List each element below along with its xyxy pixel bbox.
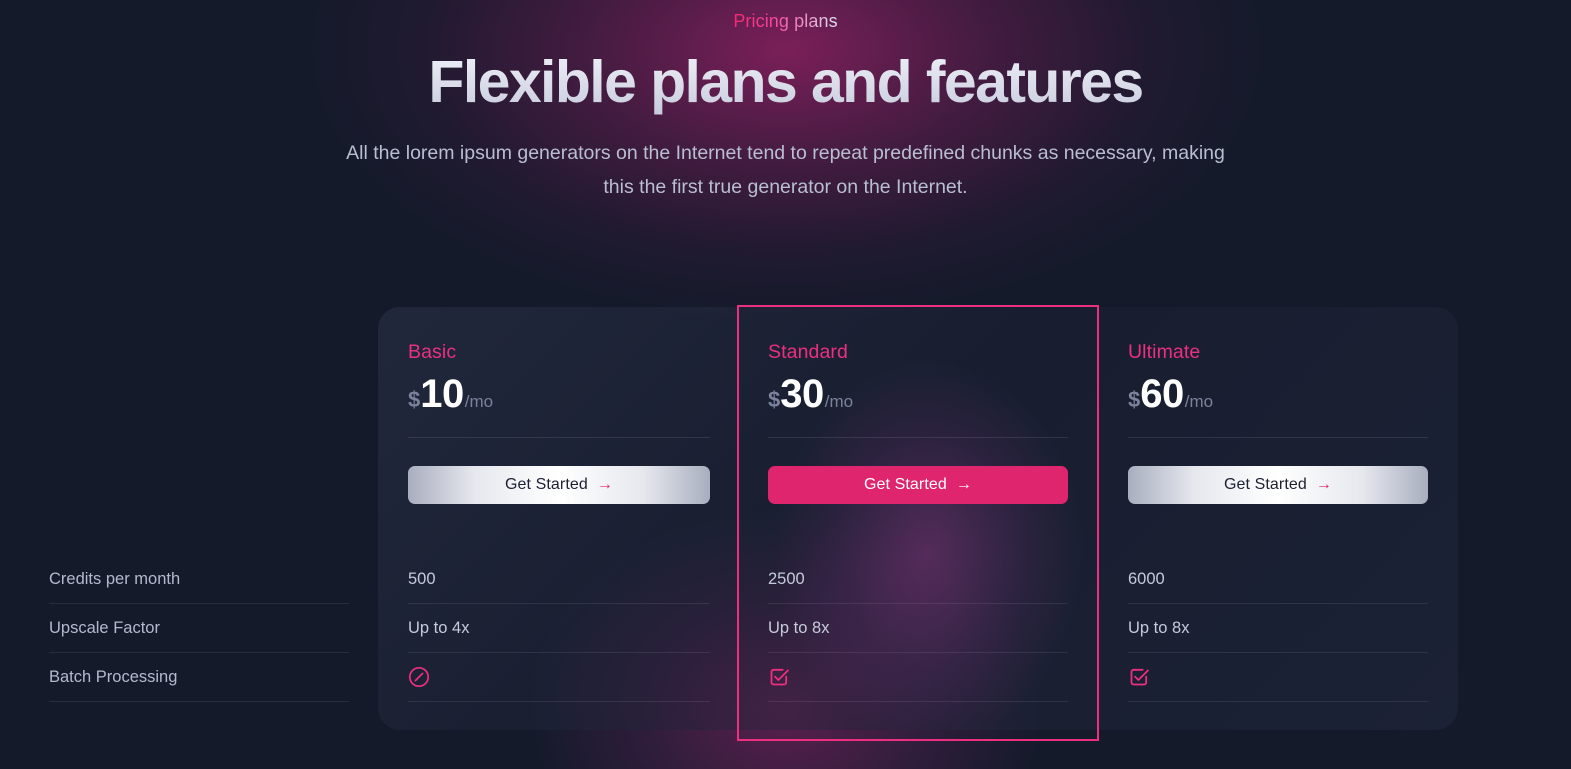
currency-symbol: $ (1128, 387, 1141, 412)
prohibited-icon (408, 666, 430, 688)
arrow-right-icon: → (1315, 476, 1333, 493)
feature-value-standard-batch (768, 653, 1068, 702)
price-period: /mo (824, 392, 854, 411)
eyebrow-label: Pricing plans (733, 11, 838, 31)
value-text: 500 (408, 569, 436, 588)
feature-value-standard-upscale: Up to 8x (768, 604, 1068, 653)
page-header: Pricing plans Flexible plans and feature… (0, 0, 1571, 204)
cta-cell-ultimate: Get Started → (1128, 466, 1428, 504)
price-period: /mo (464, 392, 494, 411)
arrow-right-icon: → (955, 476, 973, 493)
price-amount: 60 (1140, 372, 1184, 416)
value-text: Up to 8x (1128, 618, 1190, 637)
checkbox-checked-icon (1128, 666, 1150, 688)
checkbox-checked-icon (768, 666, 790, 688)
divider-basic-head (408, 437, 710, 438)
plan-name-basic: Basic (408, 341, 457, 363)
feature-value-standard-credits: 2500 (768, 555, 1068, 604)
value-text: Up to 8x (768, 618, 830, 637)
plan-price-ultimate: $ 60 /mo (1128, 374, 1428, 414)
value-text: 2500 (768, 569, 805, 588)
feature-value-basic-upscale: Up to 4x (408, 604, 710, 653)
currency-symbol: $ (408, 387, 421, 412)
feature-label-credits: Credits per month (49, 555, 349, 604)
pricing-page: Pricing plans Flexible plans and feature… (0, 0, 1571, 769)
get-started-label: Get Started (504, 476, 588, 493)
plan-header-ultimate: Ultimate $ 60 /mo (1128, 341, 1428, 414)
price-amount: 30 (780, 372, 824, 416)
cta-cell-standard: Get Started → (768, 466, 1068, 504)
plan-name-ultimate: Ultimate (1128, 341, 1201, 363)
cta-cell-basic: Get Started → (408, 466, 710, 504)
get-started-label: Get Started (863, 476, 947, 493)
feature-value-ultimate-credits: 6000 (1128, 555, 1428, 604)
plan-name-standard: Standard (768, 341, 848, 363)
feature-value-ultimate-upscale: Up to 8x (1128, 604, 1428, 653)
price-amount: 10 (420, 372, 464, 416)
arrow-right-icon: → (596, 476, 614, 493)
feature-value-basic-batch (408, 653, 710, 702)
page-title: Flexible plans and features (428, 49, 1144, 115)
get-started-button-standard[interactable]: Get Started → (768, 466, 1068, 504)
plan-price-basic: $ 10 /mo (408, 374, 710, 414)
value-text: Up to 4x (408, 618, 470, 637)
currency-symbol: $ (768, 387, 781, 412)
get-started-button-basic[interactable]: Get Started → (408, 466, 710, 504)
plan-header-basic: Basic $ 10 /mo (408, 341, 710, 414)
plan-price-standard: $ 30 /mo (768, 374, 1068, 414)
pricing-grid: Basic $ 10 /mo Standard $ 30 /mo Ultimat… (0, 307, 1571, 737)
page-subtitle: All the lorem ipsum generators on the In… (346, 141, 1225, 198)
feature-value-ultimate-batch (1128, 653, 1428, 702)
get-started-label: Get Started (1223, 476, 1307, 493)
divider-ultimate-head (1128, 437, 1428, 438)
feature-value-basic-credits: 500 (408, 555, 710, 604)
feature-label-upscale: Upscale Factor (49, 604, 349, 653)
feature-label-batch: Batch Processing (49, 653, 349, 702)
pricing-table: Basic $ 10 /mo Standard $ 30 /mo Ultimat… (0, 305, 1571, 741)
price-period: /mo (1184, 392, 1214, 411)
get-started-button-ultimate[interactable]: Get Started → (1128, 466, 1428, 504)
plan-header-standard: Standard $ 30 /mo (768, 341, 1068, 414)
value-text: 6000 (1128, 569, 1165, 588)
divider-standard-head (768, 437, 1068, 438)
